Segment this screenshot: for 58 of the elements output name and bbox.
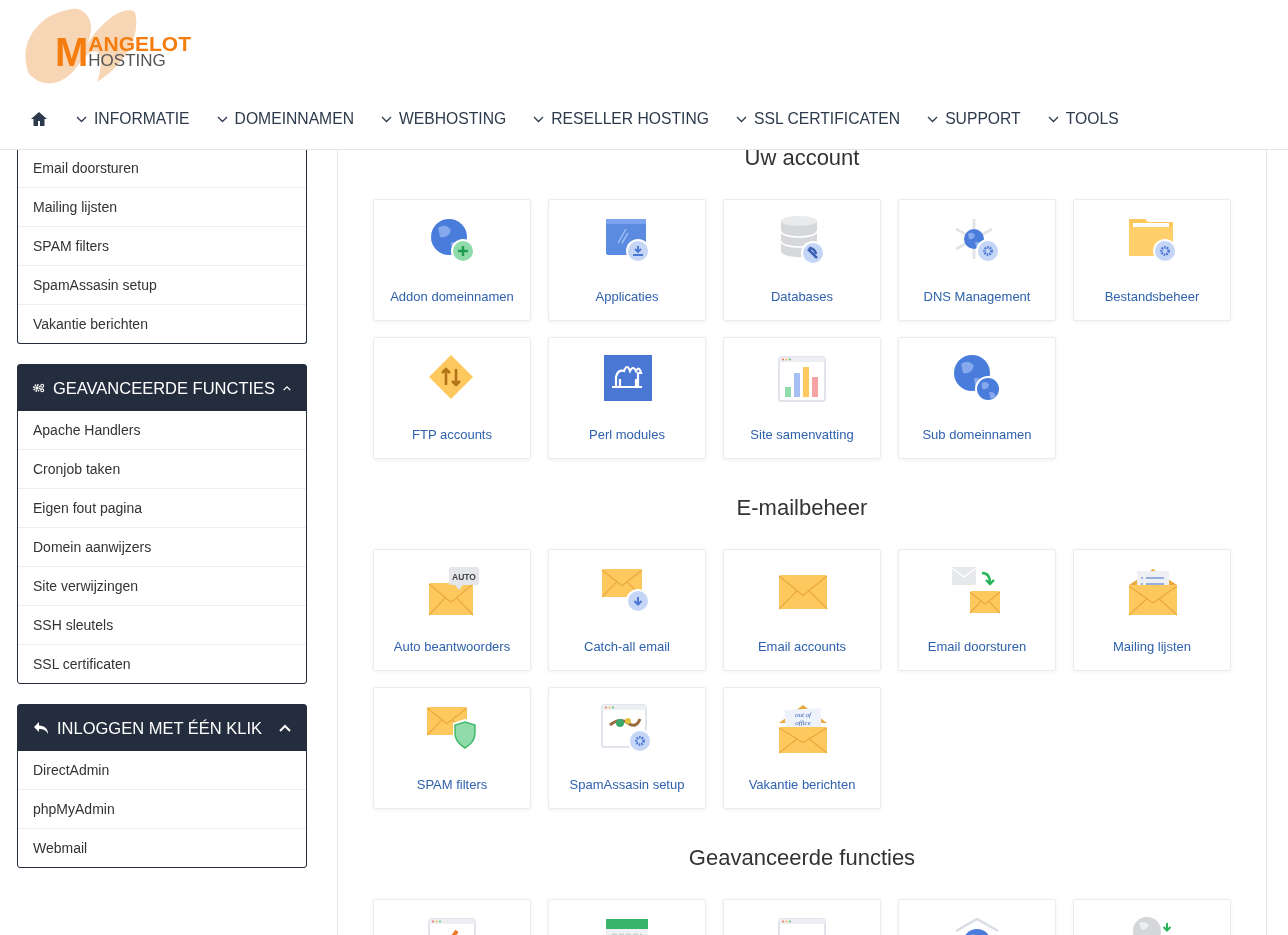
sidebar-item[interactable]: Eigen fout pagina [18,489,306,528]
app-tile[interactable]: AUTO Auto beantwoorders [373,549,531,671]
chevron-down-icon [216,115,228,123]
chevron-down-icon [76,115,87,123]
nav-link[interactable]: INFORMATIE [76,110,190,128]
sidebar-item[interactable]: Vakantie berichten [18,305,306,343]
nav-link[interactable]: SUPPORT [927,110,1021,128]
sidebar-item[interactable]: Domein aanwijzers [18,528,306,567]
app-tile[interactable]: Catch-all email [548,549,706,671]
reply-arrow-icon [33,721,49,735]
section-heading: Uw account [743,150,861,171]
nav-link[interactable]: WEBHOSTING [381,110,507,128]
sidebar-item[interactable]: Site verwijzingen [18,567,306,606]
section-heading: E-mailbeheer [735,495,869,521]
nav-link[interactable]: SSL CERTIFICATEN [736,110,901,128]
sidebar-item[interactable]: Webmail [18,829,306,867]
logo-text: M [55,35,88,69]
app-tile[interactable]: Site samenvatting [723,337,881,459]
panel-header[interactable]: GEAVANCEERDE FUNCTIES [18,365,306,411]
app-tile[interactable]: Perl modules [548,337,706,459]
app-tile[interactable]: Sub domeinnamen [898,337,1056,459]
logo-text: ANGELOT [88,34,191,53]
sidebar-item[interactable]: SpamAssasin setup [18,266,306,305]
chevron-down-icon [381,115,392,123]
sidebar-item[interactable]: Mailing lijsten [18,188,306,227]
chevron-down-icon [736,115,747,123]
sidebar-item[interactable]: phpMyAdmin [18,790,306,829]
logo-text: HOSTING [88,53,167,69]
chevron-down-icon [1047,115,1059,123]
app-tile[interactable]: DNS Management [898,199,1056,321]
app-tile[interactable]: SPAM filters [373,687,531,809]
sidebar-item[interactable]: SPAM filters [18,227,306,266]
panel-header[interactable]: INLOGGEN MET ÉÉN KLIK [18,705,306,751]
section-heading: Geavanceerde functies [687,845,917,871]
chevron-down-icon [927,115,939,123]
nav-link[interactable]: TOOLS [1047,110,1119,128]
app-tile[interactable]: Databases [723,199,881,321]
sidebar-item[interactable]: Apache Handlers [18,411,306,450]
app-tile[interactable]: FTP accounts [373,337,531,459]
sidebar-item[interactable]: SSL certificaten [18,645,306,683]
gears-icon [33,381,45,395]
chevron-icon [283,383,291,393]
app-tile[interactable]: Email accounts [723,549,881,671]
chevron-icon [279,723,291,733]
app-tile[interactable]: Applicaties [548,199,706,321]
nav-link[interactable]: RESELLER HOSTING [533,110,709,128]
sidebar-item[interactable]: Email doorsturen [18,150,306,188]
home-icon[interactable] [30,111,48,127]
sidebar-item[interactable]: Cronjob taken [18,450,306,489]
sidebar-item[interactable]: SSH sleutels [18,606,306,645]
app-tile[interactable]: Mailing lijsten [1073,549,1231,671]
app-tile[interactable]: SpamAssasin setup [548,687,706,809]
app-tile[interactable]: Addon domeinnamen [373,199,531,321]
app-tile[interactable]: Bestandsbeheer [1073,199,1231,321]
chevron-down-icon [533,115,545,123]
sidebar-item[interactable]: DirectAdmin [18,751,306,790]
app-tile[interactable]: Email doorsturen [898,549,1056,671]
nav-link[interactable]: DOMEINNAMEN [216,110,354,128]
